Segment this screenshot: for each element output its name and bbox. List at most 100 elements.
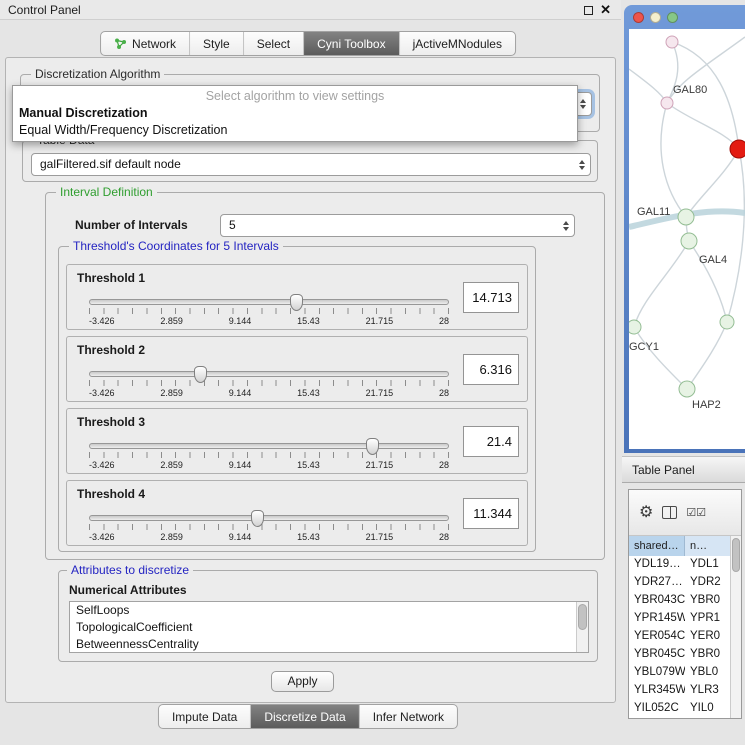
float-window-icon[interactable] [584,6,593,15]
list-item[interactable]: TopologicalCoefficient [70,619,588,636]
tab-discretize-data[interactable]: Discretize Data [251,705,359,728]
table-row[interactable]: YDL19…YDL1 [629,556,730,574]
cell[interactable]: YBL0 [685,664,730,682]
threshold-1-value-field[interactable]: 14.713 [463,282,519,313]
network-node-gal80[interactable] [661,97,673,109]
screen: Control Panel ✕ Network Style Select Cyn… [0,0,745,745]
tab-label: Cyni Toolbox [317,37,385,51]
cell[interactable]: YBR0 [685,646,730,664]
tick-label: -3.426 [89,460,115,470]
table-row[interactable]: YBR045CYBR0 [629,646,730,664]
list-item[interactable]: BetweennessCentrality [70,636,588,653]
node-label: GCY1 [629,341,659,353]
close-icon[interactable]: ✕ [600,2,611,18]
tick-label: 9.144 [229,316,252,326]
gear-icon[interactable]: ⚙ [639,505,653,521]
network-node-hap2[interactable] [679,381,695,397]
tick-label: 2.859 [160,532,183,542]
cell[interactable]: YPR145W [629,610,685,628]
tab-network[interactable]: Network [101,32,190,55]
scrollbar-thumb[interactable] [732,538,740,572]
tab-style[interactable]: Style [190,32,244,55]
network-node[interactable] [666,36,678,48]
num-intervals-combo[interactable]: 5 [220,214,575,237]
cell[interactable]: YLR3 [685,682,730,700]
table-row[interactable]: YER054CYER0 [629,628,730,646]
list-scrollbar[interactable] [576,602,588,652]
tab-label: Discretize Data [264,710,345,724]
tick-label: 21.715 [366,388,394,398]
threshold-3-value-field[interactable]: 21.4 [463,426,519,457]
dropdown-item-equal-width[interactable]: Equal Width/Frequency Discretization [13,122,577,139]
slider-track[interactable] [89,299,449,305]
tab-cyni-toolbox[interactable]: Cyni Toolbox [304,32,399,55]
cell[interactable]: YDR2 [685,574,730,592]
cell[interactable]: YBL079W [629,664,685,682]
num-intervals-value: 5 [229,218,236,232]
slider-track[interactable] [89,371,449,377]
cell[interactable]: YPR1 [685,610,730,628]
tick-label: 9.144 [229,532,252,542]
bottom-tabbar: Impute Data Discretize Data Infer Networ… [158,704,458,729]
threshold-2-value-field[interactable]: 6.316 [463,354,519,385]
threshold-4-value-field[interactable]: 11.344 [463,498,519,529]
network-graph: GAL80 GAL11 GAL4 GCY1 HAP2 [629,29,745,449]
table-row[interactable]: YBR043CYBR0 [629,592,730,610]
close-traffic-light-icon[interactable] [633,12,644,23]
cell[interactable]: YBR043C [629,592,685,610]
cell[interactable]: YDL19… [629,556,685,574]
table-scrollbar[interactable] [730,536,741,718]
combo-arrows-icon [580,99,586,109]
table-data-combo[interactable]: galFiltered.sif default node [31,153,591,176]
dropdown-item-placeholder[interactable]: Select algorithm to view settings [13,88,577,105]
network-view-canvas[interactable]: GAL80 GAL11 GAL4 GCY1 HAP2 [629,29,745,449]
tab-select[interactable]: Select [244,32,304,55]
list-item[interactable]: SelfLoops [70,602,588,619]
slider-track[interactable] [89,515,449,521]
scrollbar-thumb[interactable] [578,604,587,630]
tab-impute-data[interactable]: Impute Data [159,705,251,728]
tab-label: Select [257,37,290,51]
thresholds-group-title: Threshold's Coordinates for 5 Intervals [69,239,283,253]
slider-thumb[interactable] [194,366,207,383]
cell[interactable]: YER0 [685,628,730,646]
table-row[interactable]: YIL052CYIL0 [629,700,730,718]
table-body: YDL19…YDL1 YDR27…YDR2 YBR043CYBR0 YPR145… [629,556,730,718]
selected-node[interactable] [730,140,745,158]
network-node-gal11[interactable] [678,209,694,225]
dropdown-item-manual-discretization[interactable]: Manual Discretization [13,105,577,122]
node-label: GAL80 [673,84,707,96]
cell[interactable]: YBR045C [629,646,685,664]
slider-thumb[interactable] [366,438,379,455]
apply-button[interactable]: Apply [271,671,334,692]
tick-label: 2.859 [160,460,183,470]
cell[interactable]: YDL1 [685,556,730,574]
cell[interactable]: YLR345W [629,682,685,700]
table-row[interactable]: YDR27…YDR2 [629,574,730,592]
network-node-gcy1[interactable] [629,320,641,334]
columns-icon[interactable] [662,506,677,519]
tab-label: Style [203,37,230,51]
zoom-traffic-light-icon[interactable] [667,12,678,23]
tab-infer-network[interactable]: Infer Network [360,705,457,728]
checkbox-icons[interactable]: ☑☑ [686,506,706,519]
table-row[interactable]: YPR145WYPR1 [629,610,730,628]
tab-jactivemnodules[interactable]: jActiveMNodules [400,32,515,55]
threshold-4-label: Threshold 4 [77,487,145,501]
cell[interactable]: YER054C [629,628,685,646]
cell[interactable]: YIL052C [629,700,685,718]
slider-thumb[interactable] [290,294,303,311]
cell[interactable]: YDR27… [629,574,685,592]
table-row[interactable]: YBL079WYBL0 [629,664,730,682]
cell[interactable]: YBR0 [685,592,730,610]
slider-tick-labels: -3.4262.8599.14415.4321.71528 [89,460,449,470]
slider-track[interactable] [89,443,449,449]
cell[interactable]: YIL0 [685,700,730,718]
column-header-shared-name[interactable]: shared… [629,536,685,556]
network-node[interactable] [720,315,734,329]
network-node-gal4[interactable] [681,233,697,249]
column-header-name[interactable]: n… [685,536,730,556]
table-row[interactable]: YLR345WYLR3 [629,682,730,700]
minimize-traffic-light-icon[interactable] [650,12,661,23]
threshold-2-label: Threshold 2 [77,343,145,357]
